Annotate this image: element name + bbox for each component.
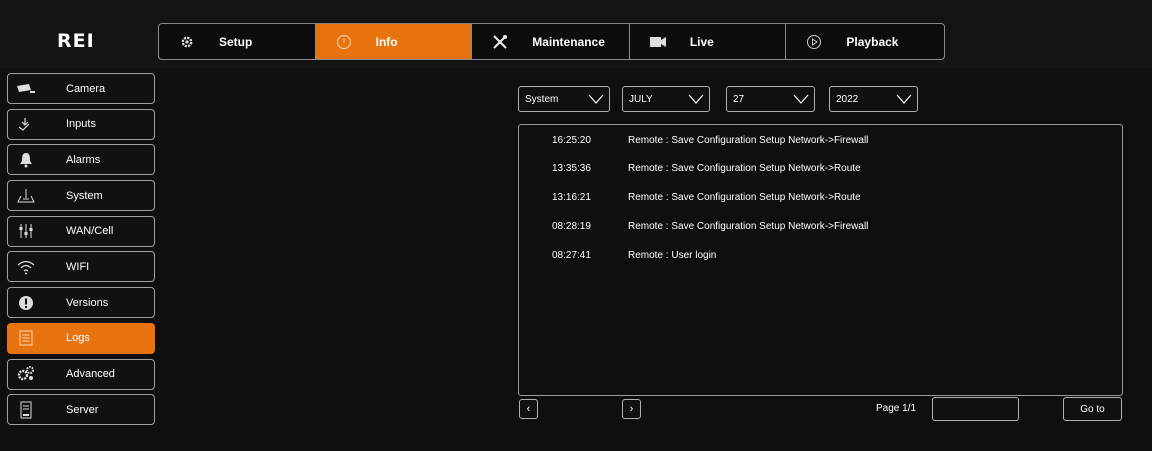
tab-setup[interactable]: Setup [159, 24, 316, 59]
sidebar-item-label: WAN/Cell [66, 225, 114, 238]
log-list[interactable]: 16:25:20 Remote : Save Configuration Set… [518, 124, 1123, 396]
info-circle-icon [334, 34, 354, 50]
chevron-down-icon [588, 94, 604, 104]
tab-label: Info [375, 34, 398, 49]
page-number-input[interactable] [932, 397, 1019, 421]
tab-label: Setup [219, 34, 253, 49]
logs-icon [12, 328, 40, 348]
video-camera-icon [648, 34, 668, 50]
sidebar-item-camera[interactable]: Camera [7, 73, 155, 104]
goto-button[interactable]: Go to [1063, 397, 1122, 421]
tab-label: Live [689, 34, 714, 49]
log-time: 08:28:19 [552, 221, 591, 232]
sidebar-item-advanced[interactable]: Advanced [7, 358, 155, 390]
tools-icon [490, 34, 510, 50]
year-select[interactable]: 2022 [829, 86, 918, 112]
sidebar-item-wan-cell[interactable]: WAN/Cell [7, 215, 155, 247]
chevron-down-icon [688, 94, 704, 104]
sidebar-item-inputs[interactable]: Inputs [7, 108, 155, 140]
top-navigation: Setup Info Maintenance Live Playback [158, 23, 945, 60]
day-value: 27 [733, 93, 745, 105]
gears-icon [12, 364, 40, 384]
exclamation-icon [12, 293, 40, 313]
sidebar-item-logs[interactable]: Logs [7, 322, 155, 354]
chevron-left-icon: ‹ [526, 403, 531, 415]
sidebar-item-label: System [66, 189, 103, 202]
bell-icon [12, 150, 40, 170]
log-message: Remote : Save Configuration Setup Networ… [628, 163, 861, 174]
server-icon [12, 400, 40, 420]
log-type-select[interactable]: System [518, 86, 610, 112]
chevron-down-icon [896, 94, 912, 104]
log-time: 13:35:36 [552, 163, 591, 174]
log-time: 13:16:21 [552, 192, 591, 203]
sidebar-item-label: Inputs [66, 118, 96, 131]
log-message: Remote : User login [628, 250, 717, 261]
month-value: JULY [629, 93, 653, 105]
tab-playback[interactable]: Playback [786, 24, 944, 59]
next-page-button[interactable]: › [622, 399, 641, 419]
year-value: 2022 [836, 93, 859, 105]
page-indicator: Page 1/1 [876, 403, 917, 414]
prev-page-button[interactable]: ‹ [519, 399, 538, 419]
sidebar-item-label: Advanced [66, 368, 115, 380]
tab-label: Maintenance [532, 34, 605, 49]
sidebar-item-label: Server [66, 403, 99, 416]
sidebar-item-label: Camera [66, 82, 106, 95]
sidebar-item-alarms[interactable]: Alarms [7, 144, 155, 176]
wifi-icon [12, 257, 40, 277]
month-select[interactable]: JULY [622, 86, 710, 112]
play-circle-icon [804, 34, 824, 50]
sidebar-item-server[interactable]: Server [7, 394, 155, 426]
sidebar-item-wifi[interactable]: WIFI [7, 251, 155, 283]
tab-info[interactable]: Info [315, 24, 473, 59]
camera-icon [12, 79, 40, 99]
tab-maintenance[interactable]: Maintenance [472, 24, 630, 59]
brand-logo: REI [57, 30, 95, 52]
sidebar-item-label: Versions [66, 296, 109, 309]
sidebar-item-label: Logs [66, 332, 90, 345]
gear-icon [177, 34, 197, 50]
log-type-value: System [525, 93, 559, 105]
log-message: Remote : Save Configuration Setup Networ… [628, 192, 861, 203]
day-select[interactable]: 27 [726, 86, 815, 112]
chevron-right-icon: › [629, 403, 634, 415]
tab-label: Playback [846, 34, 899, 49]
tab-live[interactable]: Live [630, 24, 787, 59]
sidebar-item-versions[interactable]: Versions [7, 287, 155, 319]
log-message: Remote : Save Configuration Setup Networ… [628, 221, 869, 232]
chevron-down-icon [793, 94, 809, 104]
sidebar-item-system[interactable]: System [7, 180, 155, 212]
sidebar-item-label: Alarms [66, 153, 101, 166]
inputs-icon [12, 114, 40, 134]
sidebar: Camera Inputs Alarms System WAN/Cell WIF… [7, 73, 155, 430]
system-icon [12, 186, 40, 206]
log-time: 08:27:41 [552, 250, 591, 261]
log-message: Remote : Save Configuration Setup Networ… [628, 135, 869, 146]
sliders-icon [12, 221, 40, 241]
log-time: 16:25:20 [552, 135, 591, 146]
sidebar-item-label: WIFI [66, 260, 90, 273]
